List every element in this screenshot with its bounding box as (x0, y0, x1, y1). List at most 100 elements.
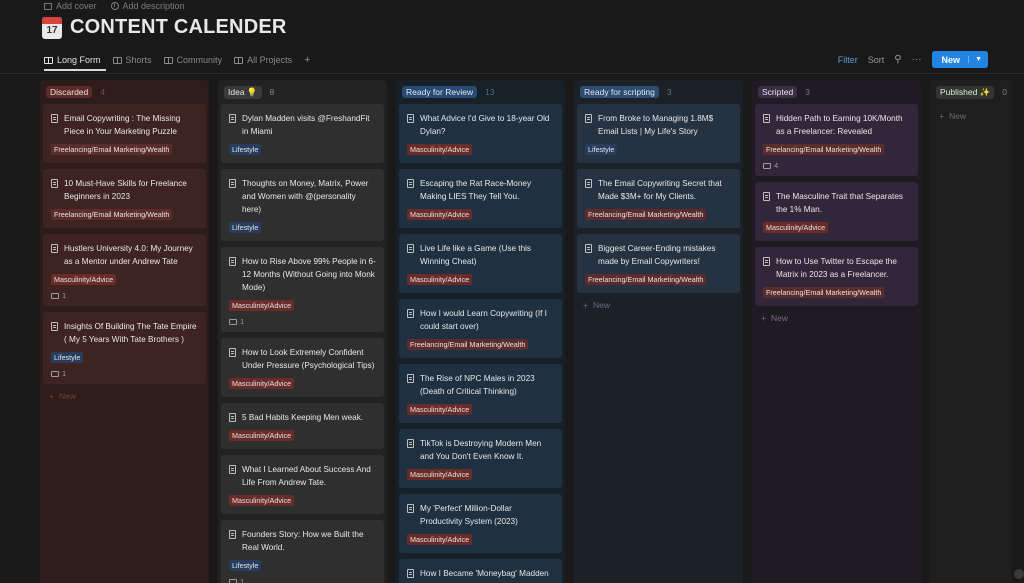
card-title-row: Hidden Path to Earning 10K/Month as a Fr… (763, 112, 910, 138)
tab-long-form[interactable]: Long Form (44, 52, 101, 68)
card-title-row: Live Life like a Game (Use this Winning … (407, 242, 554, 268)
content-card[interactable]: Biggest Career-Ending mistakes made by E… (577, 234, 740, 293)
page-icon (407, 309, 414, 318)
column-count: 3 (666, 87, 672, 97)
content-card[interactable]: Hustlers University 4.0: My Journey as a… (43, 234, 206, 306)
content-card[interactable]: My 'Perfect' Million-Dollar Productivity… (399, 494, 562, 553)
add-card-button[interactable]: + New (43, 391, 206, 401)
category-tag: Freelancing/Email Marketing/Wealth (51, 209, 173, 220)
card-title: How I would Learn Copywriting (If I coul… (420, 309, 547, 331)
category-tag: Masculinity/Advice (229, 430, 295, 441)
tab-shorts[interactable]: Shorts (112, 52, 152, 68)
board-column: Ready for scripting 3 From Broke to Managi… (574, 80, 743, 583)
board-view-icon (44, 56, 53, 64)
column-header[interactable]: Ready for scripting 3 (577, 83, 740, 101)
content-card[interactable]: Thoughts on Money, Matrix, Power and Wom… (221, 169, 384, 241)
content-card[interactable]: Founders Story: How we Built the Real Wo… (221, 520, 384, 583)
page-icon (407, 504, 414, 513)
board-view-icon (163, 56, 173, 64)
plus-icon: + (49, 391, 54, 401)
content-card[interactable]: The Email Copywriting Secret that Made $… (577, 169, 740, 228)
page-header-links: Add cover i Add description (44, 0, 185, 12)
comment-count[interactable]: 4 (763, 161, 910, 170)
page-title[interactable]: CONTENT CALENDER (70, 16, 287, 39)
category-tag: Masculinity/Advice (407, 144, 473, 155)
card-list: Hidden Path to Earning 10K/Month as a Fr… (755, 104, 918, 306)
add-card-label: New (58, 391, 76, 401)
column-status-pill: Published ✨ (936, 85, 995, 99)
new-button[interactable]: New ▼ (931, 51, 988, 68)
content-card[interactable]: Escaping the Rat Race-Money Making LIES … (399, 169, 562, 228)
board-column: Scripted 3 Hidden Path to Earning 10K/Mont… (752, 80, 921, 583)
page-icon (407, 114, 414, 123)
add-card-button[interactable]: + New (577, 300, 740, 310)
more-options-icon[interactable]: ··· (912, 54, 922, 65)
column-header[interactable]: Published ✨ 0 (933, 83, 1009, 101)
calendar-icon[interactable]: 17 (42, 16, 62, 39)
content-card[interactable]: The Masculine Trait that Separates the 1… (755, 182, 918, 241)
column-status-pill: Scripted (758, 86, 798, 98)
content-card[interactable]: How to Use Twitter to Escape the Matrix … (755, 247, 918, 306)
content-card[interactable]: From Broke to Managing 1.8M$ Email Lists… (577, 104, 740, 163)
content-card[interactable]: How to Rise Above 99% People in 6-12 Mon… (221, 247, 384, 332)
page-icon (763, 257, 770, 266)
content-card[interactable]: Insights Of Building The Tate Empire ( M… (43, 312, 206, 384)
add-view-button[interactable]: + (304, 52, 310, 68)
content-card[interactable]: Dylan Madden visits @FreshandFit in Miam… (221, 104, 384, 163)
card-title: How to Rise Above 99% People in 6-12 Mon… (242, 257, 376, 292)
board-column: Ready for Review 13 What Advice I'd Give t… (396, 80, 565, 583)
card-title: What I Learned About Success And Life Fr… (242, 465, 371, 487)
card-title-row: 5 Bad Habits Keeping Men weak. (229, 411, 376, 424)
category-tag: Lifestyle (51, 352, 84, 363)
category-tag: Masculinity/Advice (407, 469, 473, 480)
card-title: 5 Bad Habits Keeping Men weak. (242, 413, 364, 422)
content-card[interactable]: How I Became 'Moneybag' Madden on Tate's… (399, 559, 562, 583)
comment-count[interactable]: 1 (51, 291, 198, 300)
card-title: From Broke to Managing 1.8M$ Email Lists… (598, 114, 714, 136)
column-status-pill: Ready for Review (402, 86, 478, 98)
column-header[interactable]: Discarded 4 (43, 83, 206, 101)
content-card[interactable]: How I would Learn Copywriting (If I coul… (399, 299, 562, 358)
comment-count[interactable]: 1 (51, 369, 198, 378)
column-header[interactable]: Idea 💡 8 (221, 83, 384, 101)
add-description-link[interactable]: i Add description (110, 0, 185, 12)
page-icon (407, 439, 414, 448)
column-count: 8 (269, 87, 275, 97)
column-header[interactable]: Scripted 3 (755, 83, 918, 101)
content-card[interactable]: The Rise of NPC Males in 2023 (Death of … (399, 364, 562, 423)
calendar-icon-day: 17 (46, 24, 58, 36)
comment-count[interactable]: 1 (229, 317, 376, 326)
toolbar-divider (0, 73, 1024, 74)
page-icon (407, 244, 414, 253)
content-card[interactable]: What I Learned About Success And Life Fr… (221, 455, 384, 514)
card-title-row: Dylan Madden visits @FreshandFit in Miam… (229, 112, 376, 138)
help-icon[interactable] (1014, 569, 1024, 579)
board-column: Published ✨ 0 + New (930, 80, 1012, 583)
tab-community[interactable]: Community (163, 52, 222, 68)
comment-icon (51, 292, 59, 299)
add-card-button[interactable]: + New (933, 111, 1009, 121)
card-title: Dylan Madden visits @FreshandFit in Miam… (242, 114, 370, 136)
content-card[interactable]: What Advice I'd Give to 18-year Old Dyla… (399, 104, 562, 163)
search-icon[interactable]: ⚲ (894, 54, 901, 65)
filter-button[interactable]: Filter (838, 55, 858, 65)
sort-button[interactable]: Sort (868, 55, 885, 65)
card-title-row: Hustlers University 4.0: My Journey as a… (51, 242, 198, 268)
content-card[interactable]: 5 Bad Habits Keeping Men weak. Masculinit… (221, 403, 384, 449)
column-header[interactable]: Ready for Review 13 (399, 83, 562, 101)
add-card-button[interactable]: + New (755, 313, 918, 323)
content-card[interactable]: Hidden Path to Earning 10K/Month as a Fr… (755, 104, 918, 176)
content-card[interactable]: Live Life like a Game (Use this Winning … (399, 234, 562, 293)
card-title-row: 10 Must-Have Skills for Freelance Beginn… (51, 177, 198, 203)
chevron-down-icon[interactable]: ▼ (968, 56, 988, 63)
comment-count[interactable]: 1 (229, 577, 376, 583)
content-card[interactable]: Email Copywriting : The Missing Piece in… (43, 104, 206, 163)
content-card[interactable]: TikTok is Destroying Modern Men and You … (399, 429, 562, 488)
card-list: Dylan Madden visits @FreshandFit in Miam… (221, 104, 384, 583)
tab-all-projects[interactable]: All Projects (234, 52, 292, 68)
page-title-row: 17 CONTENT CALENDER (42, 16, 287, 39)
add-cover-link[interactable]: Add cover (44, 0, 97, 12)
card-title: Biggest Career-Ending mistakes made by E… (598, 244, 716, 266)
content-card[interactable]: How to Look Extremely Confident Under Pr… (221, 338, 384, 397)
content-card[interactable]: 10 Must-Have Skills for Freelance Beginn… (43, 169, 206, 228)
